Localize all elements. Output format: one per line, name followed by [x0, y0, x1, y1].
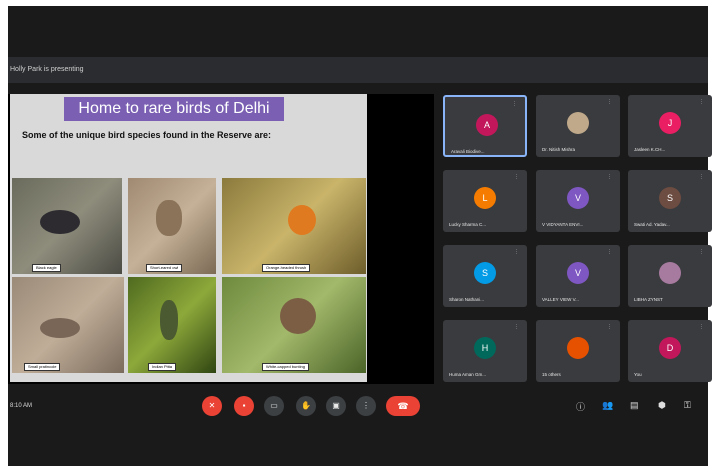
- photo-caption-2: Short-eared owl: [146, 264, 183, 272]
- participant-tile[interactable]: 15 others ⋮: [536, 320, 620, 382]
- participant-name: LIBHA ZYNST: [634, 297, 663, 302]
- bird-shape-4: [40, 318, 80, 338]
- avatar: V: [567, 187, 589, 209]
- mic-status-icon: ⋮: [512, 101, 517, 107]
- info-icon[interactable]: ⓘ: [576, 400, 585, 413]
- mic-off-icon: ✕: [208, 401, 216, 410]
- mic-status-icon: ⋮: [699, 249, 704, 255]
- avatar: [567, 112, 589, 134]
- participant-tile[interactable]: L Lucky Sharma C... ⋮: [443, 170, 527, 232]
- avatar: J: [659, 112, 681, 134]
- avatar: [567, 337, 589, 359]
- participant-name: Lucky Sharma C...: [449, 222, 487, 227]
- photo-caption-6: White-capped bunting: [262, 363, 309, 371]
- hand-icon: ✋: [301, 401, 311, 410]
- participant-tile[interactable]: S Sharon Nathani... ⋮: [443, 245, 527, 307]
- participant-tile[interactable]: S Swati Ad. Yadav... ⋮: [628, 170, 712, 232]
- participant-name: Aravali Biodive...: [451, 149, 485, 154]
- participant-name: Jasleen K.CH...: [634, 147, 666, 152]
- participant-name: Huma Aman Gm...: [449, 372, 487, 377]
- camera-off-button[interactable]: ▪: [234, 396, 254, 416]
- captions-button[interactable]: ▭: [264, 396, 284, 416]
- mic-status-icon: ⋮: [607, 324, 612, 330]
- avatar: D: [659, 337, 681, 359]
- mic-status-icon: ⋮: [514, 249, 519, 255]
- avatar: L: [474, 187, 496, 209]
- participant-tile[interactable]: A Aravali Biodive... ⋮: [443, 95, 527, 157]
- participant-name: Swati Ad. Yadav...: [634, 222, 670, 227]
- bird-shape-3: [288, 205, 316, 235]
- photo-caption-3: Orange-headed thrush: [262, 264, 311, 272]
- participant-tile[interactable]: J Jasleen K.CH... ⋮: [628, 95, 712, 157]
- meeting-time: 8:10 AM: [10, 403, 33, 409]
- avatar: V: [567, 262, 589, 284]
- mic-status-icon: ⋮: [514, 324, 519, 330]
- presenting-label: Holly Park is presenting: [10, 66, 84, 73]
- bird-shape-5: [160, 300, 178, 340]
- participant-name: 15 others: [542, 372, 561, 377]
- slide-title: Home to rare birds of Delhi: [64, 97, 284, 121]
- hand-raise-button[interactable]: ✋: [296, 396, 316, 416]
- more-vert-icon: ⋮: [362, 401, 370, 410]
- bottom-area: [8, 414, 708, 466]
- mic-status-icon: ⋮: [607, 174, 612, 180]
- avatar: S: [474, 262, 496, 284]
- participant-tile[interactable]: V V VIDYANTA ENVI... ⋮: [536, 170, 620, 232]
- photo-caption-5: Indian Pitta: [148, 363, 177, 371]
- present-icon: ▣: [332, 401, 340, 410]
- present-button[interactable]: ▣: [326, 396, 346, 416]
- avatar: S: [659, 187, 681, 209]
- participant-tile[interactable]: D You ⋮: [628, 320, 712, 382]
- people-icon[interactable]: 👥: [602, 400, 613, 411]
- photo-caption-4: Small pratincole: [24, 363, 61, 371]
- chat-icon[interactable]: ▤: [630, 400, 639, 411]
- more-options-button[interactable]: ⋮: [356, 396, 376, 416]
- mic-status-icon: ⋮: [514, 174, 519, 180]
- participant-tile[interactable]: V VALLEY VIEW V... ⋮: [536, 245, 620, 307]
- end-call-icon: ☎: [397, 401, 409, 411]
- mic-status-icon: ⋮: [699, 99, 704, 105]
- avatar: [659, 262, 681, 284]
- avatar: H: [474, 337, 496, 359]
- participant-tile[interactable]: H Huma Aman Gm... ⋮: [443, 320, 527, 382]
- camera-off-icon: ▪: [242, 401, 246, 410]
- participant-name: VALLEY VIEW V...: [542, 297, 579, 302]
- mic-status-icon: ⋮: [699, 174, 704, 180]
- photo-caption-1: Black eagle: [32, 264, 61, 272]
- participant-name: Sharon Nathani...: [449, 297, 485, 302]
- bird-shape-2: [156, 200, 182, 236]
- participant-tile[interactable]: LIBHA ZYNST ⋮: [628, 245, 712, 307]
- activities-icon[interactable]: ⬢: [658, 400, 666, 411]
- mic-status-icon: ⋮: [699, 324, 704, 330]
- bird-shape-1: [40, 210, 80, 234]
- bird-shape-6: [280, 298, 316, 334]
- mic-status-icon: ⋮: [607, 99, 612, 105]
- mic-status-icon: ⋮: [607, 249, 612, 255]
- lock-icon[interactable]: ⚿: [684, 400, 691, 411]
- mic-off-button[interactable]: ✕: [202, 396, 222, 416]
- slide-subtitle: Some of the unique bird species found in…: [22, 130, 272, 140]
- presenting-bar: [8, 57, 708, 83]
- captions-icon: ▭: [270, 401, 278, 410]
- participant-name: V VIDYANTA ENVI...: [542, 222, 584, 227]
- avatar: A: [476, 114, 498, 136]
- participant-name: You: [634, 372, 642, 377]
- participant-name: Dr. Nitish Mishra: [542, 147, 576, 152]
- participant-tile[interactable]: Dr. Nitish Mishra ⋮: [536, 95, 620, 157]
- end-call-button[interactable]: ☎: [386, 396, 420, 416]
